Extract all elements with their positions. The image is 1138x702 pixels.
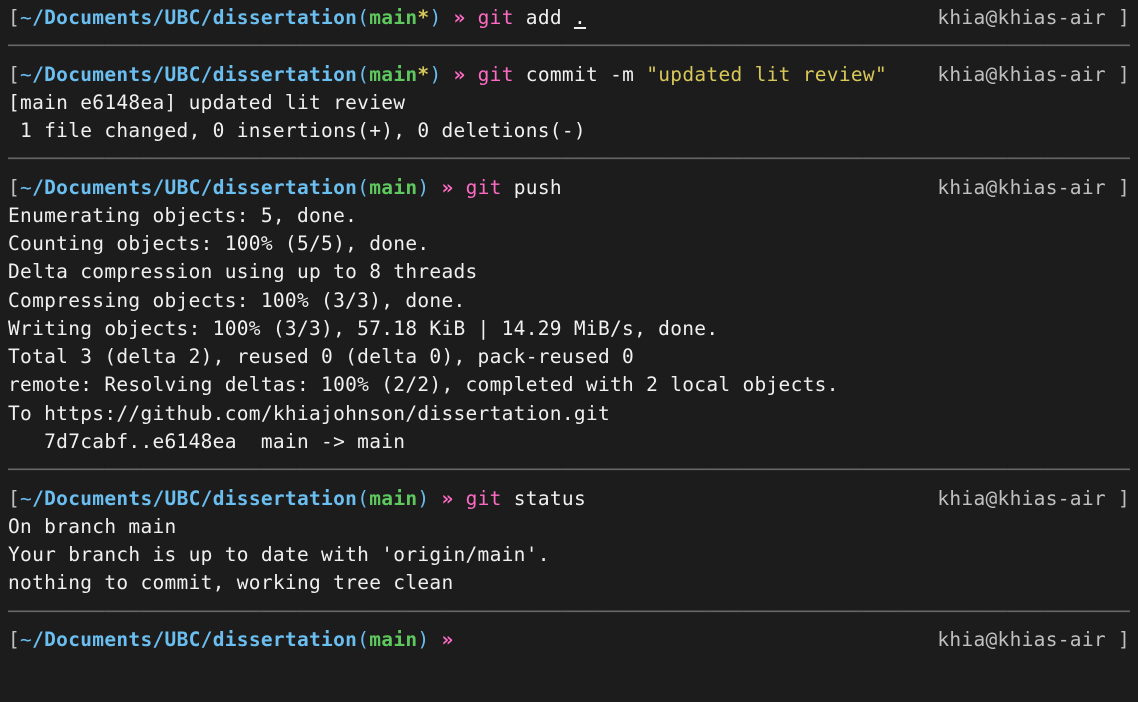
git-dirty-marker: * (417, 6, 429, 29)
prompt-arrow: » (429, 176, 465, 199)
output-line: Compressing objects: 100% (3/3), done. (8, 287, 1130, 315)
git-branch: main (369, 628, 417, 651)
output-line: To https://github.com/khiajohnson/disser… (8, 400, 1130, 428)
prompt-arrow: » (442, 6, 478, 29)
bracket-open: [ (8, 63, 20, 86)
user-host: khia@khias-air (937, 176, 1106, 199)
paren-close: ) (429, 6, 441, 29)
terminal-viewport[interactable]: [~/Documents/UBC/dissertation(main*) » g… (8, 4, 1130, 654)
git-branch: main (369, 487, 417, 510)
tilde: ~ (20, 487, 32, 510)
separator-line: ────────────────────────────────────────… (8, 145, 1130, 173)
command-git: git (478, 63, 514, 86)
prompt-line[interactable]: [~/Documents/UBC/dissertation(main) » gi… (8, 485, 1130, 513)
cwd-path: /Documents/UBC/dissertation (32, 176, 357, 199)
output-line: Total 3 (delta 2), reused 0 (delta 0), p… (8, 343, 1130, 371)
output-line: Enumerating objects: 5, done. (8, 202, 1130, 230)
output-line: remote: Resolving deltas: 100% (2/2), co… (8, 371, 1130, 399)
prompt-left: [~/Documents/UBC/dissertation(main) » gi… (8, 485, 586, 513)
user-host: khia@khias-air (937, 63, 1106, 86)
prompt-right: khia@khias-air ] (937, 61, 1130, 89)
tilde: ~ (20, 176, 32, 199)
command-git: git (466, 176, 502, 199)
user-host: khia@khias-air (937, 487, 1106, 510)
paren-open: ( (357, 487, 369, 510)
prompt-left: [~/Documents/UBC/dissertation(main*) » g… (8, 61, 887, 89)
prompt-arrow: » (442, 63, 478, 86)
paren-close: ) (417, 487, 429, 510)
bracket-open: [ (8, 176, 20, 199)
prompt-left: [~/Documents/UBC/dissertation(main) » (8, 626, 466, 654)
output-line: On branch main (8, 513, 1130, 541)
bracket-open: [ (8, 487, 20, 510)
command-arg: . (574, 6, 586, 29)
command-text: commit -m (514, 63, 646, 86)
separator-line: ────────────────────────────────────────… (8, 598, 1130, 626)
command-text: status (502, 487, 586, 510)
paren-open: ( (357, 628, 369, 651)
command-string: "updated lit review" (646, 63, 887, 86)
command-text: add (514, 6, 574, 29)
prompt-right: khia@khias-air ] (937, 4, 1130, 32)
command-text: push (502, 176, 562, 199)
output-line: 7d7cabf..e6148ea main -> main (8, 428, 1130, 456)
output-line: Counting objects: 100% (5/5), done. (8, 230, 1130, 258)
bracket-close: ] (1106, 63, 1130, 86)
prompt-line[interactable]: [~/Documents/UBC/dissertation(main*) » g… (8, 4, 1130, 32)
paren-close: ) (429, 63, 441, 86)
prompt-right: khia@khias-air ] (937, 174, 1130, 202)
bracket-close: ] (1106, 628, 1130, 651)
git-branch: main (369, 6, 417, 29)
output-line: [main e6148ea] updated lit review (8, 89, 1130, 117)
output-line: Delta compression using up to 8 threads (8, 258, 1130, 286)
paren-open: ( (357, 176, 369, 199)
bracket-close: ] (1106, 487, 1130, 510)
command-git: git (466, 487, 502, 510)
output-line: 1 file changed, 0 insertions(+), 0 delet… (8, 117, 1130, 145)
prompt-line[interactable]: [~/Documents/UBC/dissertation(main) » gi… (8, 174, 1130, 202)
paren-open: ( (357, 6, 369, 29)
paren-close: ) (417, 628, 429, 651)
bracket-open: [ (8, 6, 20, 29)
tilde: ~ (20, 628, 32, 651)
git-dirty-marker: * (417, 63, 429, 86)
separator-line: ────────────────────────────────────────… (8, 32, 1130, 60)
prompt-left: [~/Documents/UBC/dissertation(main*) » g… (8, 4, 586, 32)
bracket-open: [ (8, 628, 20, 651)
user-host: khia@khias-air (937, 6, 1106, 29)
output-line: Writing objects: 100% (3/3), 57.18 KiB |… (8, 315, 1130, 343)
user-host: khia@khias-air (937, 628, 1106, 651)
command-git: git (478, 6, 514, 29)
prompt-right: khia@khias-air ] (937, 485, 1130, 513)
output-line: Your branch is up to date with 'origin/m… (8, 541, 1130, 569)
paren-close: ) (417, 176, 429, 199)
prompt-line[interactable]: [~/Documents/UBC/dissertation(main) » kh… (8, 626, 1130, 654)
cwd-path: /Documents/UBC/dissertation (32, 63, 357, 86)
output-line: nothing to commit, working tree clean (8, 569, 1130, 597)
cwd-path: /Documents/UBC/dissertation (32, 487, 357, 510)
tilde: ~ (20, 63, 32, 86)
git-branch: main (369, 176, 417, 199)
bracket-close: ] (1106, 6, 1130, 29)
bracket-close: ] (1106, 176, 1130, 199)
git-branch: main (369, 63, 417, 86)
cwd-path: /Documents/UBC/dissertation (32, 628, 357, 651)
cwd-path: /Documents/UBC/dissertation (32, 6, 357, 29)
prompt-left: [~/Documents/UBC/dissertation(main) » gi… (8, 174, 562, 202)
prompt-line[interactable]: [~/Documents/UBC/dissertation(main*) » g… (8, 61, 1130, 89)
separator-line: ────────────────────────────────────────… (8, 456, 1130, 484)
prompt-arrow: » (429, 628, 465, 651)
prompt-right: khia@khias-air ] (937, 626, 1130, 654)
paren-open: ( (357, 63, 369, 86)
tilde: ~ (20, 6, 32, 29)
prompt-arrow: » (429, 487, 465, 510)
